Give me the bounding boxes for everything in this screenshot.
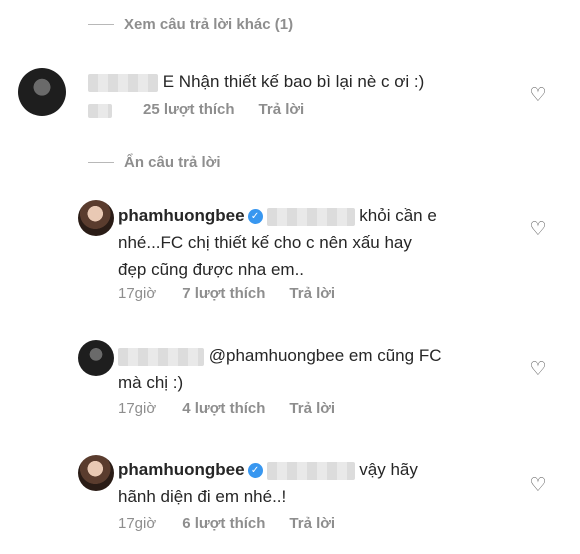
view-more-replies-label: Xem câu trả lời khác (1) — [124, 16, 294, 33]
hide-replies-button[interactable]: Ẩn câu trả lời — [88, 154, 221, 171]
comment-3-reply-button[interactable]: Trả lời — [289, 400, 335, 417]
comment-4-reply-button[interactable]: Trả lời — [289, 515, 335, 532]
avatar[interactable] — [18, 68, 66, 116]
avatar[interactable] — [78, 455, 114, 491]
comment-2-username[interactable]: phamhuongbee — [118, 206, 245, 225]
comment-1-likes[interactable]: 25 lượt thích — [143, 101, 235, 118]
comment-3-line-2: mà chị :) — [118, 373, 184, 392]
heart-icon[interactable]: ♡ — [528, 86, 548, 106]
comment-2-likes[interactable]: 7 lượt thích — [182, 285, 265, 302]
toggle-divider — [88, 24, 114, 25]
comment-2-line-3: đẹp cũng được nha em.. — [118, 260, 305, 279]
heart-icon[interactable]: ♡ — [528, 220, 548, 240]
comment-3-text: @phamhuongbee em cũng FC mà chị :) — [118, 342, 518, 396]
comment-1-body: E Nhận thiết kế bao bì lại nè c ơi :) — [162, 72, 425, 91]
comment-3-likes[interactable]: 4 lượt thích — [182, 400, 265, 417]
comment-3-time: 17giờ — [118, 400, 157, 417]
comment-4-time: 17giờ — [118, 515, 157, 532]
blurred-time — [88, 104, 112, 118]
comment-4-likes[interactable]: 6 lượt thích — [182, 515, 265, 532]
verified-badge-icon: ✓ — [247, 209, 263, 224]
comment-2-text: phamhuongbee ✓ khỏi cần e nhé...FC chị th… — [118, 202, 518, 283]
comment-1-reply-button[interactable]: Trả lời — [259, 101, 305, 118]
verified-badge-icon: ✓ — [247, 463, 263, 478]
comment-2-meta: 17giờ 7 lượt thích Trả lời — [118, 285, 335, 302]
comment-2-line-2: nhé...FC chị thiết kế cho c nên xấu hay — [118, 233, 412, 252]
heart-icon[interactable]: ♡ — [528, 360, 548, 380]
view-more-replies-button[interactable]: Xem câu trả lời khác (1) — [88, 16, 293, 33]
blurred-username — [88, 73, 158, 92]
comment-4-meta: 17giờ 6 lượt thích Trả lời — [118, 515, 335, 532]
blurred-mention — [266, 461, 355, 480]
comment-3-line-1: em cũng FC — [348, 346, 442, 365]
comment-2-reply-button[interactable]: Trả lời — [289, 285, 335, 302]
comment-4-username[interactable]: phamhuongbee — [118, 460, 245, 479]
hide-replies-label: Ẩn câu trả lời — [124, 154, 221, 171]
toggle-divider — [88, 162, 114, 163]
comment-2-time: 17giờ — [118, 285, 157, 302]
blurred-username — [118, 347, 204, 366]
comment-4-text: phamhuongbee ✓ vậy hãy hãnh diện đi em nh… — [118, 456, 518, 510]
comment-2-line-1: khỏi cần e — [359, 206, 437, 225]
avatar[interactable] — [78, 200, 114, 236]
comment-1-meta: 25 lượt thích Trả lời — [143, 101, 304, 118]
heart-icon[interactable]: ♡ — [528, 476, 548, 496]
comment-3-mention[interactable]: @phamhuongbee — [209, 346, 344, 365]
avatar[interactable] — [78, 340, 114, 376]
comment-1-text: E Nhận thiết kế bao bì lại nè c ơi :) — [88, 68, 508, 95]
comment-4-line-1: vậy hãy — [359, 460, 418, 479]
comment-4-line-2: hãnh diện đi em nhé..! — [118, 487, 287, 506]
comment-3-meta: 17giờ 4 lượt thích Trả lời — [118, 400, 335, 417]
blurred-mention — [266, 207, 355, 226]
